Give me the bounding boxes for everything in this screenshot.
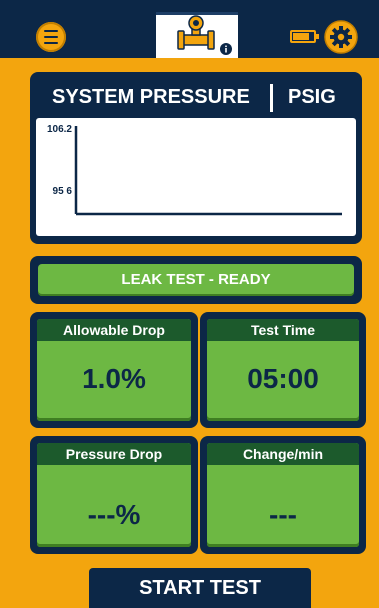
leak-test-status: LEAK TEST - READY [38, 264, 354, 296]
system-pressure-panel: SYSTEM PRESSURE PSIG 106.2 95 6 [30, 72, 362, 244]
status-panel: LEAK TEST - READY [30, 256, 362, 304]
battery-level-fill [293, 33, 309, 40]
app-screen: SYSTEM PRESSURE PSIG 106.2 95 6 LEAK TEST… [0, 0, 379, 608]
pressure-unit: PSIG [288, 86, 336, 108]
hamburger-menu-icon[interactable] [36, 22, 66, 52]
logo-tab[interactable] [156, 12, 238, 58]
y-tick-label: 106.2 [47, 124, 72, 135]
start-test-button[interactable]: START TEST [89, 568, 311, 608]
pressure-chart-svg: 106.2 95 6 [47, 124, 342, 216]
change-per-min-tile: Change/min --- [200, 436, 366, 554]
allowable-drop-value: 1.0% [82, 363, 146, 394]
pressure-drop-tile: Pressure Drop ---% [30, 436, 198, 554]
allowable-drop-tile[interactable]: Allowable Drop 1.0% [30, 312, 198, 428]
allowable-drop-label: Allowable Drop [37, 319, 191, 341]
test-time-value: 05:00 [247, 363, 319, 394]
pressure-header: SYSTEM PRESSURE PSIG [30, 82, 362, 114]
battery-icon [290, 30, 319, 43]
top-bar [0, 0, 379, 58]
pressure-drop-value: ---% [87, 499, 141, 530]
y-tick-label: 95 6 [53, 186, 73, 197]
test-time-label: Test Time [207, 319, 359, 341]
info-icon[interactable] [220, 43, 232, 55]
change-per-min-label: Change/min [207, 443, 359, 465]
gear-icon[interactable] [324, 20, 358, 54]
pressure-title: SYSTEM PRESSURE [52, 86, 250, 108]
pressure-chart: 106.2 95 6 [36, 118, 356, 236]
pressure-drop-label: Pressure Drop [37, 443, 191, 465]
test-time-tile[interactable]: Test Time 05:00 [200, 312, 366, 428]
change-per-min-value: --- [269, 499, 297, 530]
header-divider [270, 84, 273, 112]
